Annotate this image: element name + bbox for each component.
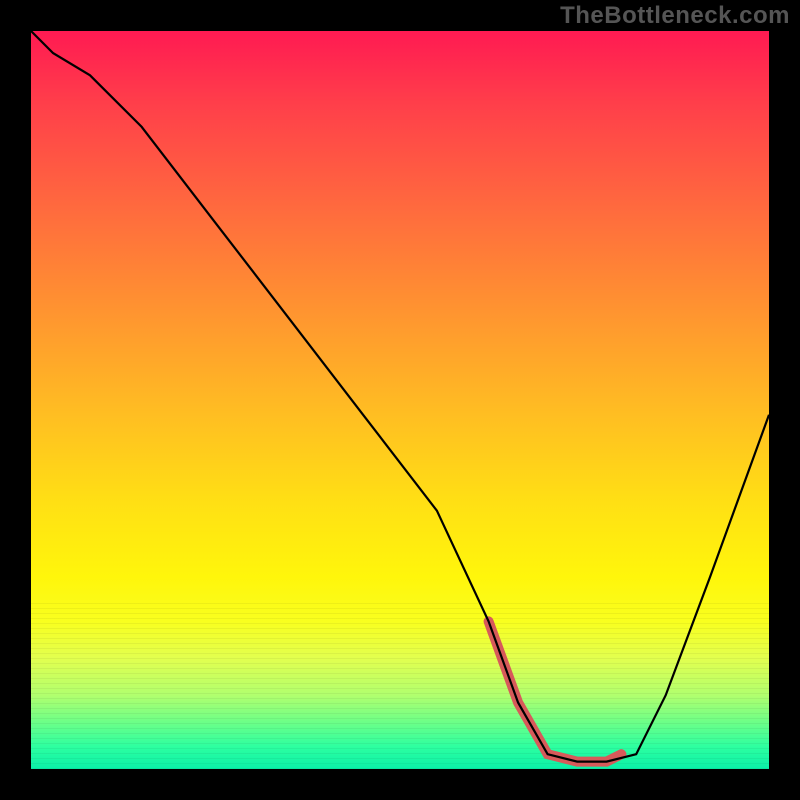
chart-stage: TheBottleneck.com [0,0,800,800]
chart-svg [31,31,769,769]
main-curve [31,31,769,762]
highlight-segment [489,621,622,761]
plot-area [31,31,769,769]
watermark-text: TheBottleneck.com [560,2,790,30]
